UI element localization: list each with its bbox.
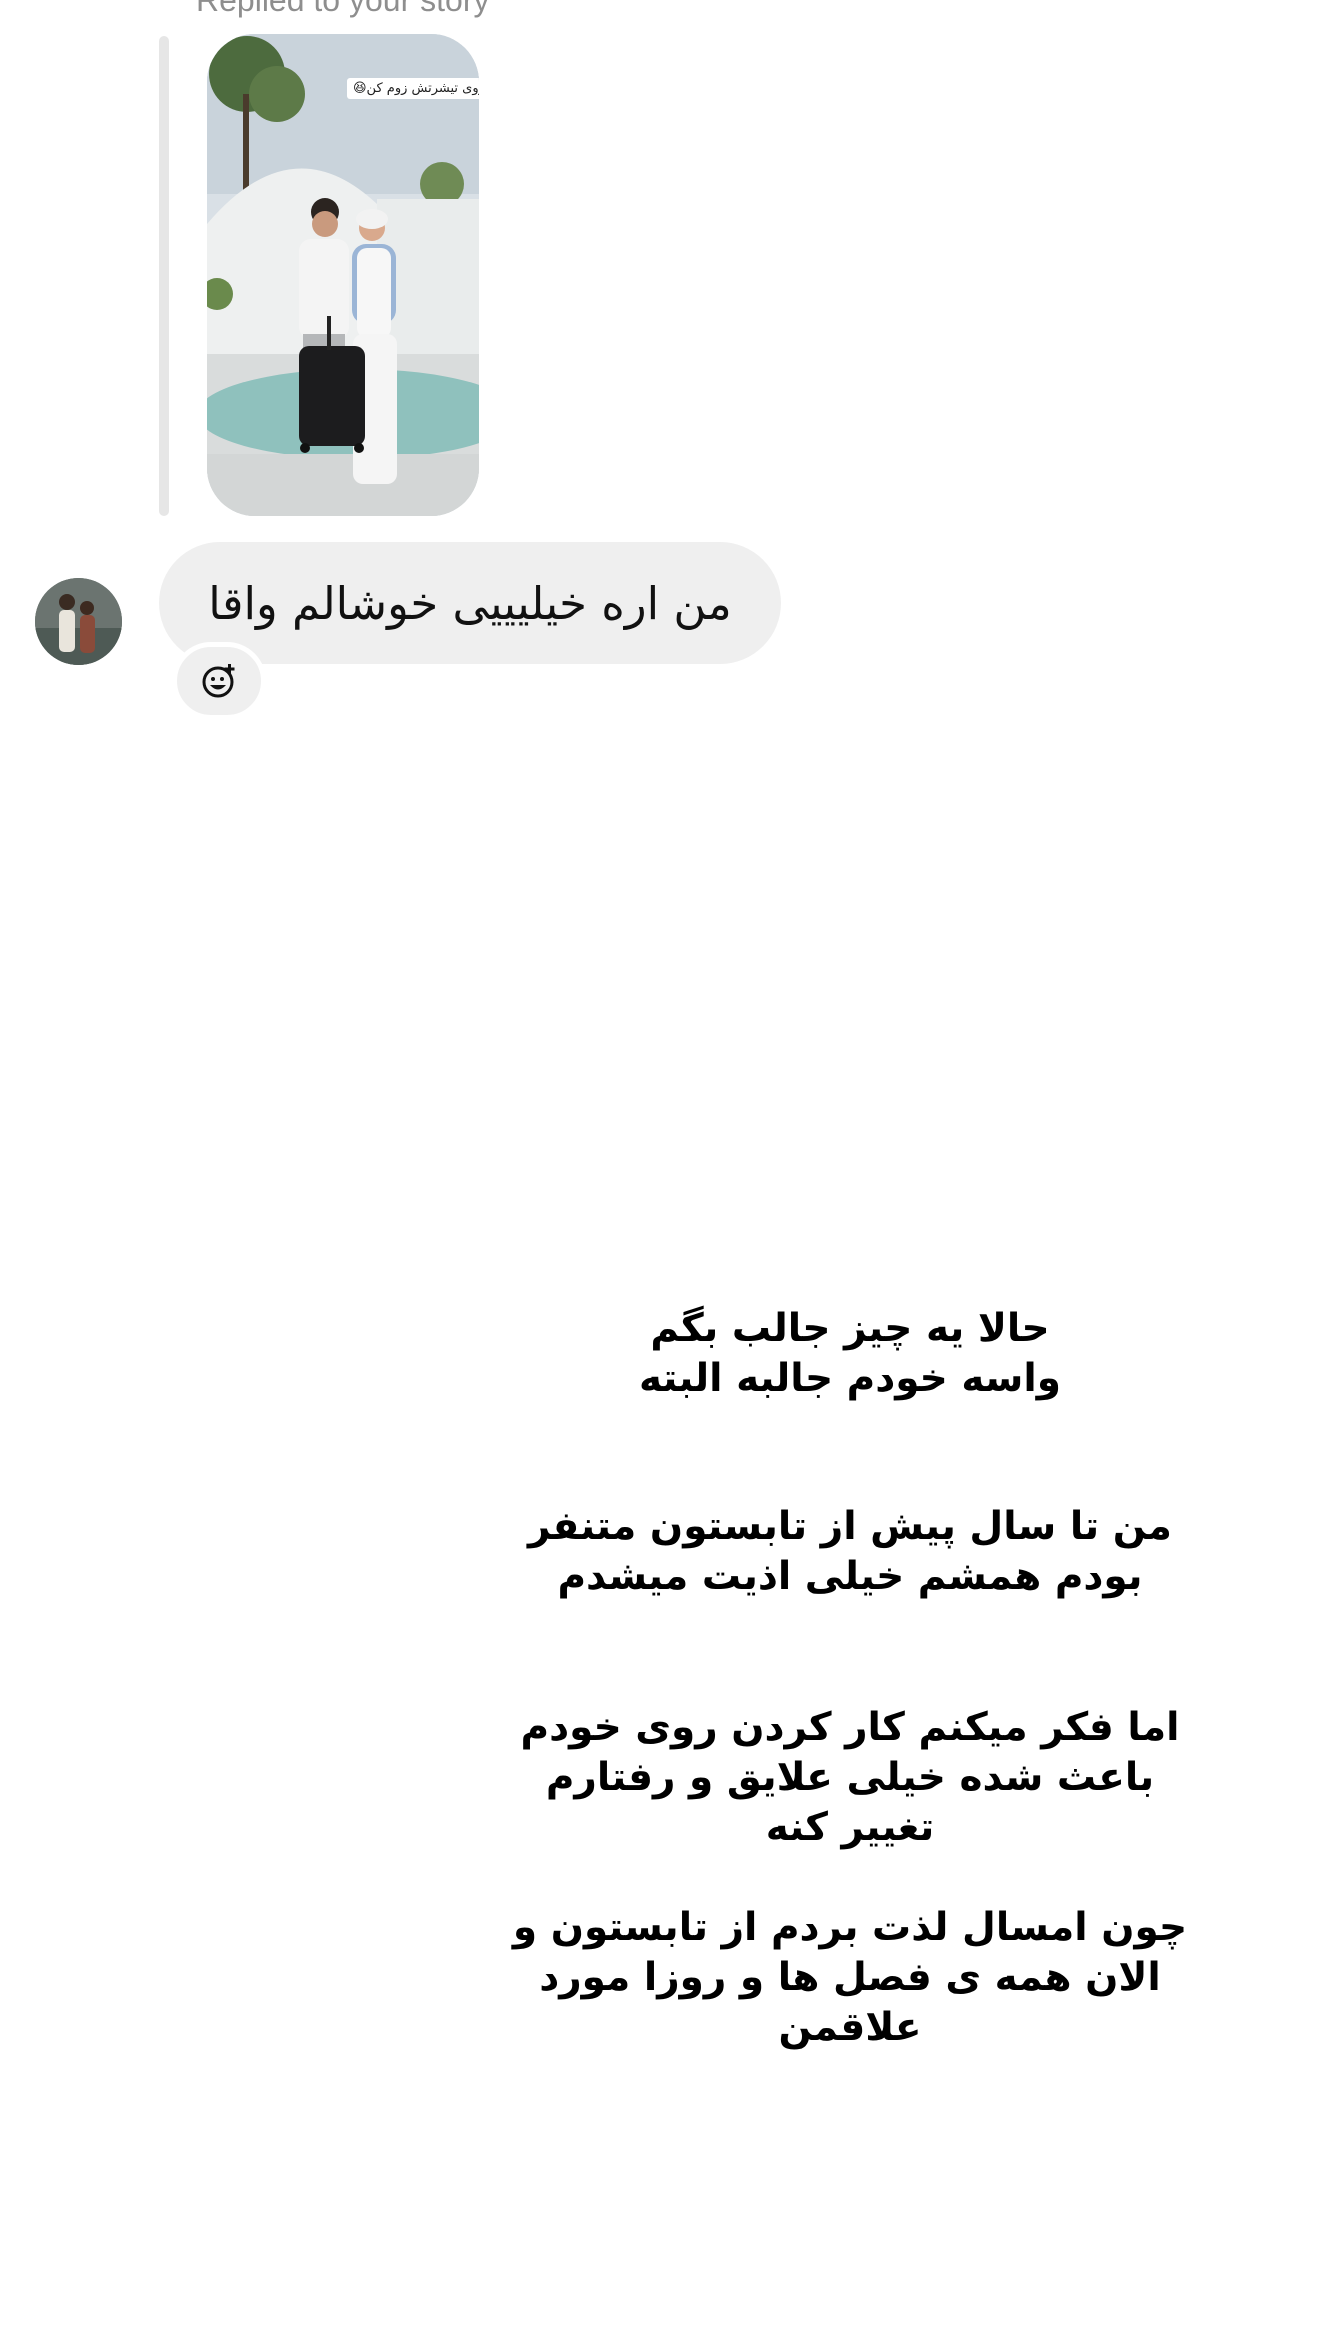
story-text-line: علاقمن [778, 2005, 922, 2050]
message-text: من اره خیلیییی خوشالم واقا [208, 576, 732, 630]
story-text-line: حالا یه چیز جالب بگم [650, 1306, 1050, 1351]
story-text-line: باعث شده خیلی علایق و رفتارم [545, 1755, 1155, 1800]
story-text-paragraph-1: حالا یه چیز جالب بگم واسه خودم جالبه الب… [500, 1304, 1200, 1404]
story-text-line: بودم همشم خیلی اذیت میشدم [557, 1554, 1143, 1599]
add-reaction-button[interactable] [172, 642, 266, 720]
story-text-line: چون امسال لذت بردم از تابستون و [512, 1905, 1188, 1950]
story-photo [207, 34, 479, 516]
story-text-line: من تا سال پیش از تابستون متنفر [528, 1504, 1172, 1549]
reply-indicator-bar [159, 36, 169, 516]
story-text-paragraph-3: اما فکر میکنم کار کردن روی خودم باعث شده… [500, 1703, 1200, 1853]
sender-avatar[interactable] [35, 578, 122, 665]
replied-label: Replied to your story [196, 0, 490, 18]
story-sticker: روی تیشرتش زوم کن😆 [347, 78, 479, 99]
avatar-photo [35, 578, 122, 665]
story-text-line: اما فکر میکنم کار کردن روی خودم [520, 1705, 1180, 1750]
story-text-line: تغییر کنه [765, 1805, 935, 1850]
story-text-paragraph-4: چون امسال لذت بردم از تابستون و الان همه… [500, 1903, 1200, 2053]
story-text-line: الان همه ی فصل ها و روزا مورد [539, 1955, 1161, 2000]
message-bubble[interactable]: من اره خیلیییی خوشالم واقا [159, 542, 781, 664]
story-text-paragraph-2: من تا سال پیش از تابستون متنفر بودم همشم… [500, 1502, 1200, 1602]
story-text-line: واسه خودم جالبه البته [639, 1356, 1061, 1401]
story-thumbnail[interactable]: روی تیشرتش زوم کن😆 [207, 34, 479, 516]
add-reaction-icon [202, 664, 235, 698]
